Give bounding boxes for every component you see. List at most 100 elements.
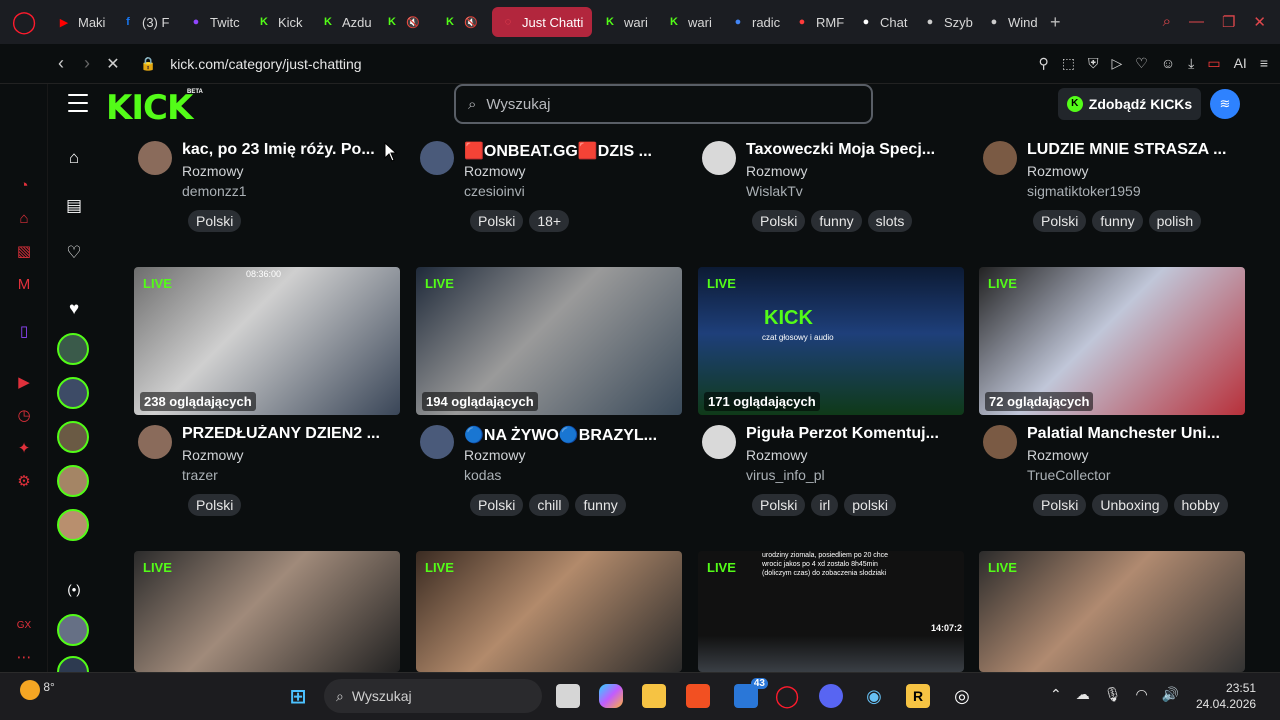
channel-avatar[interactable]	[138, 141, 172, 175]
stream-tag[interactable]: Unboxing	[1092, 494, 1168, 516]
extensions-icon[interactable]: ✦	[14, 439, 34, 459]
steam-icon[interactable]: ◉	[862, 684, 886, 708]
stream-tag[interactable]: chill	[529, 494, 570, 516]
muted-speaker-icon[interactable]: 🔇	[464, 16, 478, 29]
search-input[interactable]: ⌕ Wyszukaj	[454, 84, 873, 124]
windows-start-icon[interactable]: ⊞	[286, 684, 310, 708]
stream-title[interactable]: 🟥ONBEAT.GG🟥DZIS ...	[464, 141, 686, 161]
followed-avatar[interactable]	[57, 377, 89, 409]
stream-title[interactable]: LUDZIE MNIE STRASZA ...	[1027, 141, 1249, 159]
browser-tab[interactable]: ▶ Maki	[48, 7, 110, 37]
browser-tab[interactable]: ● Chat	[850, 7, 912, 37]
stream-title[interactable]: Piguła Perzot Komentuj...	[746, 425, 968, 443]
task-view-icon[interactable]	[556, 684, 580, 708]
browser-tab[interactable]: Kwari	[594, 7, 656, 37]
stream-category[interactable]: Rozmowy	[1027, 447, 1088, 463]
weather-widget[interactable]: 8°	[20, 680, 55, 700]
stream-title[interactable]: kac, po 23 Imię róży. Po...	[182, 141, 404, 159]
more-icon[interactable]: ⋯	[14, 648, 34, 668]
stream-category[interactable]: Rozmowy	[746, 163, 807, 179]
browser-tab[interactable]: ◌ Just Chatti	[492, 7, 592, 37]
get-kicks-button[interactable]: K Zdobądź KICKs	[1058, 88, 1201, 120]
heart-icon[interactable]: ♡	[1135, 55, 1148, 72]
stream-title[interactable]: Taxoweczki Moja Specj...	[746, 141, 968, 159]
channel-avatar[interactable]	[983, 141, 1017, 175]
battery-icon[interactable]: ▭	[1207, 55, 1220, 72]
minimize-button[interactable]: —	[1189, 13, 1204, 31]
cheat-icon[interactable]: ▧	[14, 242, 34, 262]
player-icon[interactable]: ▶	[14, 373, 34, 393]
channel-avatar[interactable]	[983, 425, 1017, 459]
stream-tag[interactable]: Polski	[1033, 210, 1087, 232]
lock-icon[interactable]: 🔒	[140, 56, 156, 72]
stream-category[interactable]: Rozmowy	[182, 447, 243, 463]
followed-avatar[interactable]	[57, 509, 89, 541]
stream-tag[interactable]: Polski	[470, 210, 524, 232]
stream-tag[interactable]: funny	[811, 210, 862, 232]
close-window-button[interactable]: ✕	[1253, 13, 1266, 31]
twitch-icon[interactable]: ▯	[14, 322, 34, 342]
channel-avatar[interactable]	[702, 141, 736, 175]
stream-category[interactable]: Rozmowy	[746, 447, 807, 463]
settings-icon[interactable]: ⚙	[14, 472, 34, 492]
channel-name[interactable]: TrueCollector	[1027, 467, 1111, 483]
menu-icon[interactable]: ≡	[1260, 55, 1268, 72]
profile-icon[interactable]: ☺	[1161, 55, 1175, 72]
back-button[interactable]: ‹	[48, 53, 74, 74]
channel-avatar[interactable]	[138, 425, 172, 459]
search-tabs-icon[interactable]: ⌕	[1163, 13, 1171, 31]
store-app-icon[interactable]	[686, 684, 710, 708]
channel-avatar[interactable]	[702, 425, 736, 459]
stream-thumbnail[interactable]: LIVE 238 oglądających 08:36:00	[134, 267, 400, 415]
channel-name[interactable]: sigmatiktoker1959	[1027, 183, 1141, 199]
download-icon[interactable]: ⤓	[1188, 55, 1194, 72]
stream-category[interactable]: Rozmowy	[182, 163, 243, 179]
kick-logo[interactable]: KICK	[106, 88, 193, 128]
followed-avatar[interactable]	[57, 614, 89, 646]
stream-title[interactable]: PRZEDŁUŻANY DZIEN2 ...	[182, 425, 404, 443]
home-icon[interactable]: ⌂	[64, 148, 84, 168]
browser-tab[interactable]: ● Twitc	[180, 7, 246, 37]
stream-tag[interactable]: Polski	[188, 210, 242, 232]
opera-gx-taskbar-icon[interactable]: ◯	[775, 683, 800, 708]
onedrive-icon[interactable]: ☁	[1076, 686, 1090, 703]
speed-icon[interactable]: ◔	[14, 176, 34, 196]
followed-avatar[interactable]	[57, 421, 89, 453]
channel-name[interactable]: demonzz1	[182, 183, 247, 199]
channel-name[interactable]: czesioinvi	[464, 183, 525, 199]
channel-avatar[interactable]	[420, 425, 454, 459]
browser-tab[interactable]: ● Wind	[978, 7, 1040, 37]
browser-tab[interactable]: K 🔇	[434, 7, 490, 37]
snapshot-icon[interactable]: ⬚	[1062, 55, 1075, 72]
volume-icon[interactable]: 🔊	[1162, 686, 1179, 703]
tray-chevron-icon[interactable]: ⌃	[1050, 686, 1062, 703]
stream-category[interactable]: Rozmowy	[464, 447, 525, 463]
channel-name[interactable]: trazer	[182, 467, 218, 483]
stream-tag[interactable]: Polski	[470, 494, 524, 516]
file-explorer-icon[interactable]	[642, 684, 666, 708]
browser-tab[interactable]: ● RMF	[786, 7, 848, 37]
stream-thumbnail[interactable]: LIVE urodziny ziomala, posiedliem po 20 c…	[698, 551, 964, 672]
following-icon[interactable]: ♡	[64, 243, 84, 263]
stream-tag[interactable]: slots	[867, 210, 913, 232]
stream-tag[interactable]: Polski	[752, 494, 806, 516]
forward-button[interactable]: ›	[74, 53, 100, 74]
copilot-icon[interactable]	[599, 684, 623, 708]
stream-tag[interactable]: Polski	[752, 210, 806, 232]
stream-tag[interactable]: irl	[811, 494, 839, 516]
clock[interactable]: 23:51 24.04.2026	[1196, 680, 1256, 712]
stream-tag[interactable]: funny	[1092, 210, 1143, 232]
rockstar-icon[interactable]: R	[906, 684, 930, 708]
history-icon[interactable]: ◷	[14, 406, 34, 426]
stream-thumbnail[interactable]: LIVE	[979, 551, 1245, 672]
browse-icon[interactable]: ▤	[64, 196, 84, 216]
browser-tab[interactable]: f (3) F	[112, 7, 178, 37]
hamburger-menu-icon[interactable]	[68, 94, 88, 112]
stream-tag[interactable]: Polski	[1033, 494, 1087, 516]
channel-name[interactable]: WislakTv	[746, 183, 803, 199]
channel-name[interactable]: kodas	[464, 467, 501, 483]
browser-tab[interactable]: Kwari	[658, 7, 720, 37]
stream-tag[interactable]: hobby	[1173, 494, 1228, 516]
browser-tab[interactable]: K Kick	[248, 7, 310, 37]
network-icon[interactable]: ◠	[1136, 686, 1148, 703]
